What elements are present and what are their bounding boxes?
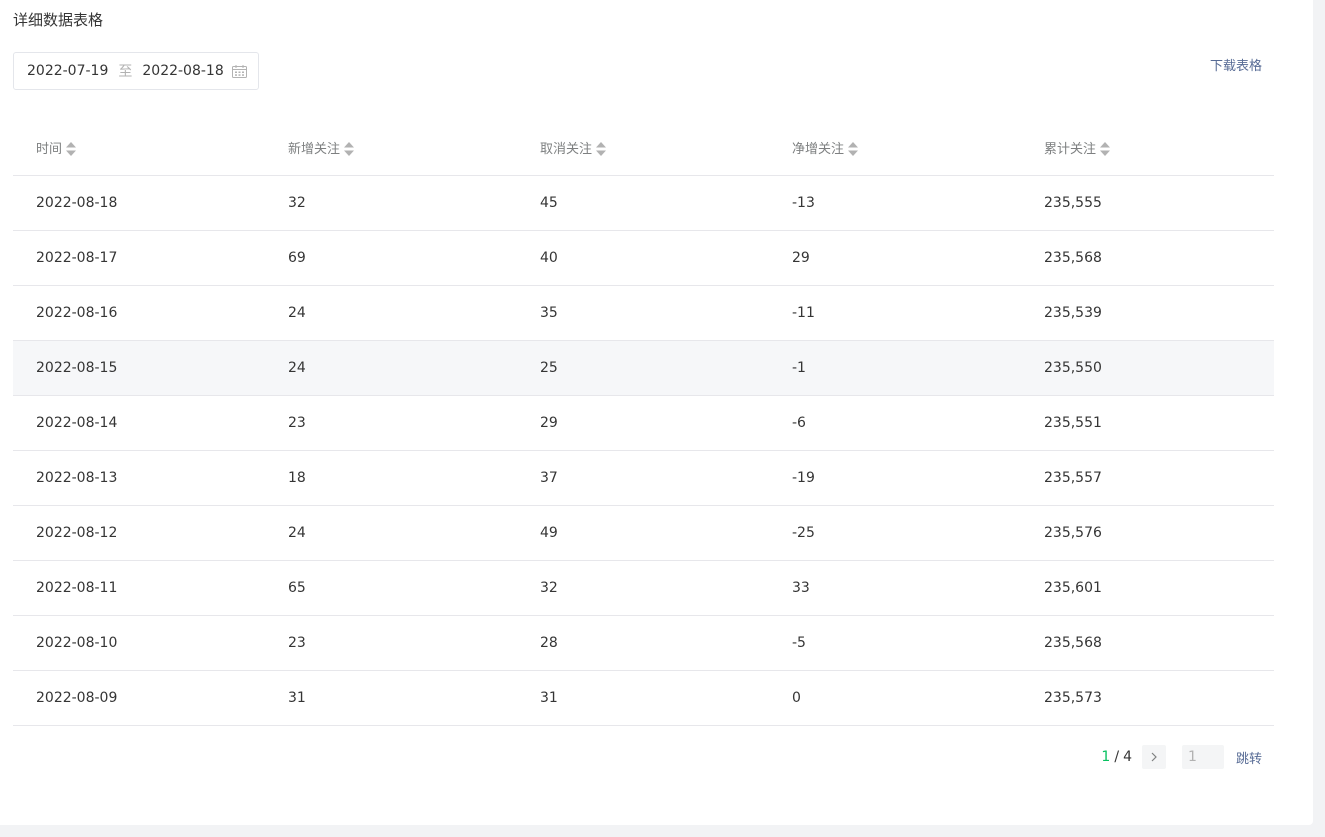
table-cell: 31 xyxy=(517,670,769,726)
table-cell: 32 xyxy=(265,175,517,231)
table-cell: 24 xyxy=(265,505,517,561)
section-title: 详细数据表格 xyxy=(13,11,104,29)
table-cell: -6 xyxy=(769,395,1021,451)
download-table-link[interactable]: 下载表格 xyxy=(1210,55,1262,74)
next-page-button[interactable] xyxy=(1141,745,1166,769)
sort-icon[interactable] xyxy=(596,142,607,157)
table-cell: 0 xyxy=(769,670,1021,726)
table-cell: 235,557 xyxy=(1021,450,1274,506)
table-cell: 235,551 xyxy=(1021,395,1274,451)
table-cell: 40 xyxy=(517,230,769,286)
table-cell: 2022-08-14 xyxy=(13,395,265,451)
table-cell: 23 xyxy=(265,615,517,671)
table-cell: 2022-08-11 xyxy=(13,560,265,616)
table-cell: 28 xyxy=(517,615,769,671)
table-cell: 45 xyxy=(517,175,769,231)
table-cell: 2022-08-13 xyxy=(13,450,265,506)
page-separator: / xyxy=(1114,749,1120,765)
sort-icon[interactable] xyxy=(344,142,355,157)
table-cell: 2022-08-18 xyxy=(13,175,265,231)
table-cell: 235,568 xyxy=(1021,615,1274,671)
table-body: 2022-08-18 32 45 -13 235,555 2022-08-17 69 40 29… xyxy=(13,175,1274,726)
table-cell: 235,573 xyxy=(1021,670,1274,726)
total-pages: 4 xyxy=(1123,749,1132,765)
pagination: 1 / 4 跳转 xyxy=(1101,745,1262,769)
table-header-row: 时间 新增关注 取消关注 净增关注 累计关注 xyxy=(13,120,1274,176)
column-header-label: 新增关注 xyxy=(288,141,341,157)
table-cell: 235,550 xyxy=(1021,340,1274,396)
table-row: 2022-08-09 31 31 0 235,573 xyxy=(13,670,1274,726)
table-cell: -11 xyxy=(769,285,1021,341)
table-cell: 2022-08-10 xyxy=(13,615,265,671)
table-cell: 2022-08-15 xyxy=(13,340,265,396)
date-end[interactable]: 2022-08-18 xyxy=(142,63,223,79)
table-cell: 23 xyxy=(265,395,517,451)
date-separator: 至 xyxy=(118,64,133,80)
table-row: 2022-08-14 23 29 -6 235,551 xyxy=(13,395,1274,451)
column-header-label: 净增关注 xyxy=(792,141,845,157)
data-card: 详细数据表格 2022-07-19 至 2022-08-18 下载表格 时间 新增… xyxy=(0,0,1313,825)
table-cell: 32 xyxy=(517,560,769,616)
jump-button[interactable]: 跳转 xyxy=(1236,748,1262,767)
sort-icon[interactable] xyxy=(1100,142,1111,157)
chevron-right-icon xyxy=(1151,752,1157,762)
table-cell: 35 xyxy=(517,285,769,341)
column-header[interactable]: 累计关注 xyxy=(1021,120,1274,176)
table-cell: 29 xyxy=(517,395,769,451)
table-row: 2022-08-13 18 37 -19 235,557 xyxy=(13,450,1274,506)
data-table: 时间 新增关注 取消关注 净增关注 累计关注 2022-08-18 32 45 -13 235,… xyxy=(13,120,1274,726)
table-cell: 2022-08-17 xyxy=(13,230,265,286)
table-row: 2022-08-16 24 35 -11 235,539 xyxy=(13,285,1274,341)
date-start[interactable]: 2022-07-19 xyxy=(27,63,108,79)
column-header[interactable]: 净增关注 xyxy=(769,120,1021,176)
table-cell: 235,555 xyxy=(1021,175,1274,231)
table-cell: -19 xyxy=(769,450,1021,506)
table-cell: -25 xyxy=(769,505,1021,561)
table-cell: 2022-08-16 xyxy=(13,285,265,341)
page-jump-input[interactable] xyxy=(1181,745,1224,769)
sort-icon[interactable] xyxy=(66,142,77,157)
table-cell: 33 xyxy=(769,560,1021,616)
table-cell: 18 xyxy=(265,450,517,506)
column-header[interactable]: 新增关注 xyxy=(265,120,517,176)
table-cell: -1 xyxy=(769,340,1021,396)
column-header-label: 累计关注 xyxy=(1044,141,1097,157)
table-cell: 25 xyxy=(517,340,769,396)
page-indicator: 1 / 4 xyxy=(1101,749,1132,765)
table-cell: 49 xyxy=(517,505,769,561)
table-cell: 69 xyxy=(265,230,517,286)
table-row: 2022-08-15 24 25 -1 235,550 xyxy=(13,340,1274,396)
table-row: 2022-08-11 65 32 33 235,601 xyxy=(13,560,1274,616)
column-header[interactable]: 取消关注 xyxy=(517,120,769,176)
current-page: 1 xyxy=(1101,749,1111,765)
table-row: 2022-08-18 32 45 -13 235,555 xyxy=(13,175,1274,231)
table-cell: 29 xyxy=(769,230,1021,286)
sort-icon[interactable] xyxy=(848,142,859,157)
table-cell: 31 xyxy=(265,670,517,726)
table-cell: 2022-08-12 xyxy=(13,505,265,561)
column-header[interactable]: 时间 xyxy=(13,120,265,176)
table-cell: 235,568 xyxy=(1021,230,1274,286)
table-cell: -13 xyxy=(769,175,1021,231)
table-row: 2022-08-12 24 49 -25 235,576 xyxy=(13,505,1274,561)
table-cell: 235,576 xyxy=(1021,505,1274,561)
calendar-icon xyxy=(232,65,247,78)
table-row: 2022-08-10 23 28 -5 235,568 xyxy=(13,615,1274,671)
column-header-label: 时间 xyxy=(36,141,63,157)
table-cell: 24 xyxy=(265,285,517,341)
table-cell: 65 xyxy=(265,560,517,616)
table-cell: 235,539 xyxy=(1021,285,1274,341)
table-row: 2022-08-17 69 40 29 235,568 xyxy=(13,230,1274,286)
table-cell: 24 xyxy=(265,340,517,396)
table-cell: -5 xyxy=(769,615,1021,671)
table-cell: 37 xyxy=(517,450,769,506)
table-cell: 235,601 xyxy=(1021,560,1274,616)
table-cell: 2022-08-09 xyxy=(13,670,265,726)
date-range-picker[interactable]: 2022-07-19 至 2022-08-18 xyxy=(13,52,259,90)
column-header-label: 取消关注 xyxy=(540,141,593,157)
